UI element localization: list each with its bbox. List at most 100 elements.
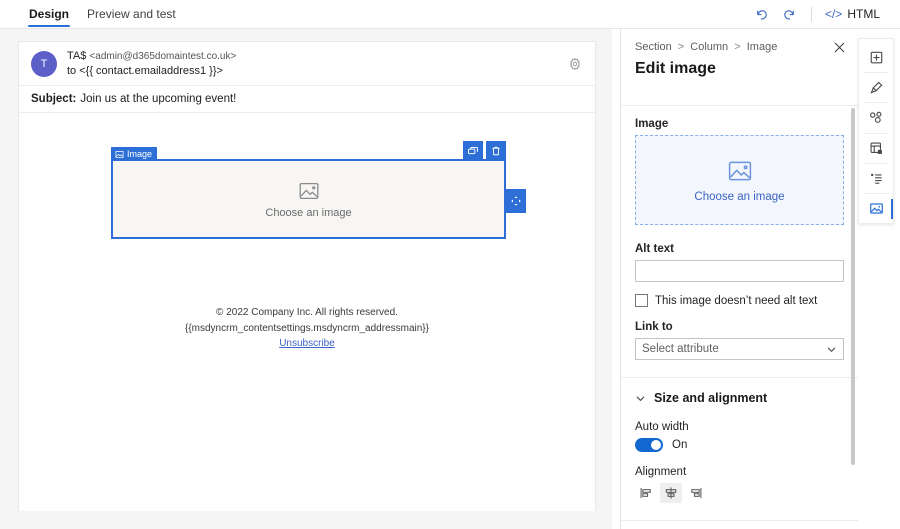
tab-design-label: Design (29, 7, 69, 21)
email-from-line: TA$ <admin@d365domaintest.co.uk> (67, 49, 236, 64)
rail-item-brand-theme[interactable] (859, 73, 893, 102)
image-placeholder-icon (727, 158, 753, 184)
tool-rail (858, 38, 894, 224)
size-and-alignment-title: Size and alignment (654, 391, 767, 405)
move-block-handle[interactable] (506, 189, 526, 213)
image-field-label: Image (635, 118, 844, 130)
breadcrumb: Section > Column > Image (635, 41, 844, 53)
templates-icon (869, 141, 884, 156)
email-footer: © 2022 Company Inc. All rights reserved.… (19, 305, 595, 352)
size-and-alignment-section-header[interactable]: Size and alignment (635, 378, 844, 413)
breadcrumb-item-image[interactable]: Image (747, 41, 778, 53)
tab-preview-label: Preview and test (87, 7, 176, 21)
auto-width-row: On (635, 438, 844, 452)
style-section-header[interactable]: Style (635, 521, 844, 529)
gear-icon (568, 57, 582, 71)
panel-body: Image Choose an image Alt text This imag… (621, 105, 858, 529)
email-to-line: to <{{ contact.emailaddress1 }}> (67, 64, 236, 79)
tab-list: Design Preview and test (0, 0, 185, 28)
toggle-knob (651, 440, 661, 450)
email-from-address: <admin@d365domaintest.co.uk> (89, 51, 236, 62)
rail-item-personalization[interactable] (859, 164, 893, 193)
image-icon (115, 150, 124, 159)
personalization-icon (869, 171, 884, 186)
duplicate-icon (467, 145, 479, 157)
avatar-initial: T (41, 58, 48, 70)
choose-image-label: Choose an image (694, 191, 784, 203)
panel-scrollbar[interactable] (851, 108, 855, 465)
paintbrush-icon (869, 80, 884, 95)
image-library-icon (869, 201, 884, 216)
redo-button[interactable] (776, 0, 804, 28)
toolbar-divider (811, 7, 812, 22)
block-type-label: Image (127, 149, 152, 159)
block-type-badge: Image (111, 147, 157, 161)
align-left-icon (639, 486, 653, 500)
delete-block-button[interactable] (486, 141, 506, 160)
auto-width-toggle[interactable] (635, 438, 663, 452)
close-panel-button[interactable] (830, 38, 848, 56)
breadcrumb-item-section[interactable]: Section (635, 41, 672, 53)
redo-icon (782, 7, 797, 22)
trash-icon (490, 145, 502, 157)
email-body: Image (19, 113, 595, 511)
undo-button[interactable] (748, 0, 776, 28)
email-subject-label: Subject: (31, 93, 76, 105)
rail-item-elements[interactable] (859, 103, 893, 132)
auto-width-label: Auto width (635, 421, 844, 433)
elements-icon (869, 110, 884, 125)
move-handle-icon (510, 195, 522, 207)
email-from-name: TA$ (67, 50, 86, 62)
tab-design[interactable]: Design (20, 0, 78, 28)
rail-item-image-library[interactable] (859, 194, 893, 223)
tab-preview-and-test[interactable]: Preview and test (78, 0, 185, 28)
add-element-icon (869, 50, 884, 65)
align-left-button[interactable] (635, 483, 657, 503)
choose-image-dropzone[interactable]: Choose an image (635, 135, 844, 225)
rail-item-templates[interactable] (859, 133, 893, 162)
alt-text-input[interactable] (635, 260, 844, 282)
unsubscribe-link[interactable]: Unsubscribe (279, 338, 335, 349)
email-subject-value: Join us at the upcoming event! (80, 93, 236, 105)
email-address-lines: TA$ <admin@d365domaintest.co.uk> to <{{ … (67, 49, 236, 79)
email-subject-row: Subject: Join us at the upcoming event! (19, 86, 595, 113)
chevron-down-icon (826, 344, 837, 355)
image-placeholder-icon (298, 180, 320, 202)
alignment-button-group (635, 483, 844, 503)
auto-width-state: On (672, 439, 687, 451)
align-center-icon (664, 486, 678, 500)
breadcrumb-separator: > (734, 41, 740, 53)
align-right-icon (689, 486, 703, 500)
alignment-label: Alignment (635, 466, 844, 478)
no-alt-text-checkbox[interactable] (635, 294, 648, 307)
avatar: T (31, 51, 57, 77)
email-settings-button[interactable] (565, 54, 585, 74)
html-button-label: HTML (847, 7, 880, 21)
footer-address-token: {{msdyncrm_contentsettings.msdyncrm_addr… (19, 321, 595, 337)
email-canvas[interactable]: T TA$ <admin@d365domaintest.co.uk> to <{… (0, 29, 612, 529)
image-placeholder-label: Choose an image (265, 207, 351, 219)
edit-image-panel: Section > Column > Image Edit image Imag… (620, 29, 858, 529)
panel-title: Edit image (635, 60, 844, 78)
email-designer-app: Design Preview and test </> (0, 0, 900, 529)
no-alt-text-checkbox-row[interactable]: This image doesn’t need alt text (635, 294, 844, 307)
undo-icon (754, 7, 769, 22)
footer-copyright: © 2022 Company Inc. All rights reserved. (19, 305, 595, 321)
no-alt-text-label: This image doesn’t need alt text (655, 295, 817, 307)
duplicate-block-button[interactable] (463, 141, 483, 160)
image-placeholder-area[interactable]: Choose an image (113, 161, 504, 237)
link-to-select[interactable]: Select attribute (635, 338, 844, 360)
breadcrumb-item-column[interactable]: Column (690, 41, 728, 53)
link-to-label: Link to (635, 321, 844, 333)
link-to-selected-value: Select attribute (642, 343, 719, 355)
panel-header: Section > Column > Image Edit image (621, 29, 858, 86)
email-preview-card: T TA$ <admin@d365domaintest.co.uk> to <{… (18, 41, 596, 511)
html-button[interactable]: </> HTML (819, 0, 886, 28)
align-center-button[interactable] (660, 483, 682, 503)
align-right-button[interactable] (685, 483, 707, 503)
selected-image-block[interactable]: Image (111, 159, 506, 239)
block-action-buttons (463, 141, 506, 160)
chevron-down-icon (635, 393, 645, 404)
email-header: T TA$ <admin@d365domaintest.co.uk> to <{… (19, 42, 595, 86)
rail-item-add-element[interactable] (859, 43, 893, 72)
